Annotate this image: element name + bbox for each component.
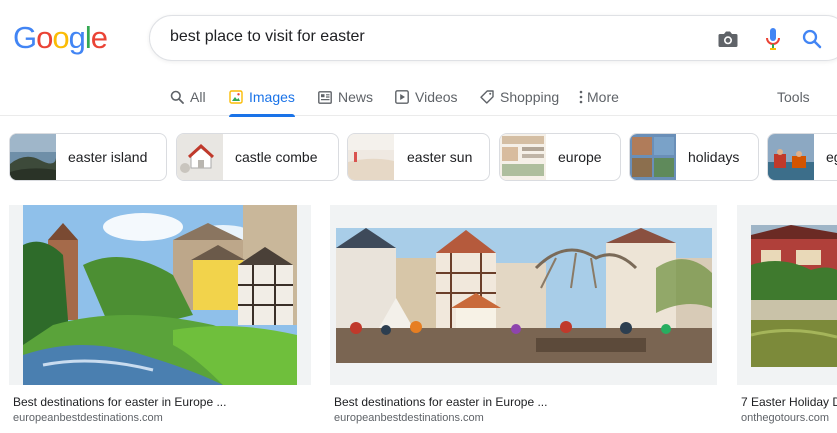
chip-holidays[interactable]: holidays — [629, 133, 759, 181]
play-icon — [395, 90, 409, 104]
result-site[interactable]: onthegotours.com — [741, 412, 829, 424]
chip-eg[interactable]: eg — [767, 133, 837, 181]
result-title[interactable]: 7 Easter Holiday D — [741, 395, 837, 409]
chip-castle-combe[interactable]: castle combe — [176, 133, 339, 181]
search-box — [149, 15, 837, 61]
image-result-3[interactable]: 7 Easter Holiday D onthegotours.com — [737, 205, 837, 425]
chip-label: holidays — [688, 149, 740, 165]
image-icon — [229, 90, 243, 104]
image-result-2[interactable]: Best destinations for easter in Europe .… — [330, 205, 717, 425]
result-thumbnail[interactable] — [23, 205, 297, 385]
tab-news[interactable]: News — [318, 78, 373, 116]
more-vert-icon — [579, 90, 583, 104]
camera-icon[interactable] — [716, 27, 740, 51]
result-title[interactable]: Best destinations for easter in Europe .… — [13, 395, 226, 409]
result-site[interactable]: europeanbestdestinations.com — [334, 412, 484, 424]
search-input[interactable] — [170, 28, 690, 46]
tab-more[interactable]: More — [579, 78, 619, 116]
tab-label: Images — [249, 89, 295, 105]
chip-thumbnail — [348, 134, 394, 180]
chip-easter-island[interactable]: easter island — [9, 133, 167, 181]
tab-label: News — [338, 89, 374, 105]
tab-all[interactable]: All — [170, 78, 206, 116]
logo-letter: o — [52, 20, 69, 55]
logo-letter: G — [13, 20, 37, 55]
tab-label: All — [190, 89, 206, 105]
chip-thumbnail — [177, 134, 223, 180]
chip-thumbnail — [630, 134, 676, 180]
chip-easter-sun[interactable]: easter sun — [347, 133, 490, 181]
result-site[interactable]: europeanbestdestinations.com — [13, 412, 163, 424]
tab-videos[interactable]: Videos — [395, 78, 458, 116]
logo-letter: e — [90, 20, 108, 55]
chip-label: eg — [826, 149, 837, 165]
result-image-frame — [9, 205, 311, 385]
google-images-results-page: Google All Images News Videos — [0, 0, 837, 433]
news-icon — [318, 90, 332, 104]
result-thumbnail[interactable] — [751, 225, 837, 367]
result-thumbnail[interactable] — [336, 228, 712, 363]
microphone-icon[interactable] — [761, 27, 785, 51]
tab-label: Videos — [415, 89, 458, 105]
logo-letter: o — [36, 20, 53, 55]
chip-label: easter sun — [407, 149, 473, 165]
google-logo[interactable]: Google — [13, 20, 108, 56]
search-icon — [170, 90, 184, 104]
search-icon[interactable] — [800, 27, 824, 51]
chip-label: castle combe — [235, 149, 318, 165]
search-tabs: All Images News Videos Shopping More Too… — [0, 78, 837, 117]
tab-label: More — [587, 89, 619, 105]
chip-label: europe — [558, 149, 602, 165]
tag-icon — [480, 90, 494, 104]
result-image-frame — [737, 205, 837, 385]
chip-label: easter island — [68, 149, 148, 165]
tab-label: Shopping — [500, 89, 560, 105]
chip-thumbnail — [768, 134, 814, 180]
tools-button[interactable]: Tools — [777, 78, 810, 116]
chip-thumbnail — [500, 134, 546, 180]
tab-shopping[interactable]: Shopping — [480, 78, 559, 116]
result-title[interactable]: Best destinations for easter in Europe .… — [334, 395, 547, 409]
chip-thumbnail — [10, 134, 56, 180]
tab-images[interactable]: Images — [229, 78, 295, 117]
chip-europe[interactable]: europe — [499, 133, 621, 181]
image-result-1[interactable]: Best destinations for easter in Europe .… — [9, 205, 311, 425]
result-image-frame — [330, 205, 717, 385]
logo-letter: g — [68, 20, 86, 55]
